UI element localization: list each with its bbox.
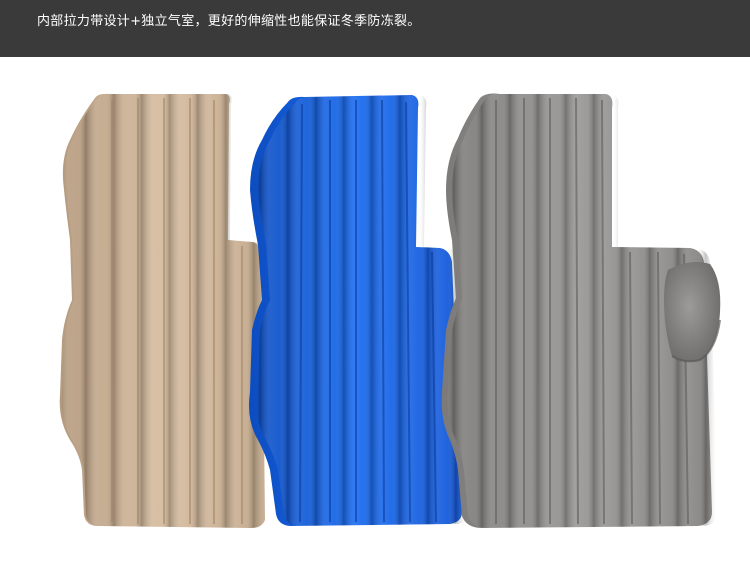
banner-text: 内部拉力带设计+独立气室，更好的伸缩性也能保证冬季防冻裂。	[37, 14, 421, 29]
banner: 内部拉力带设计+独立气室，更好的伸缩性也能保证冬季防冻裂。	[0, 0, 750, 57]
product-photo	[59, 93, 721, 528]
gray-mattress	[441, 93, 721, 528]
beige-mattress	[59, 93, 267, 528]
pillow	[664, 262, 721, 363]
blue-mattress	[249, 95, 470, 526]
